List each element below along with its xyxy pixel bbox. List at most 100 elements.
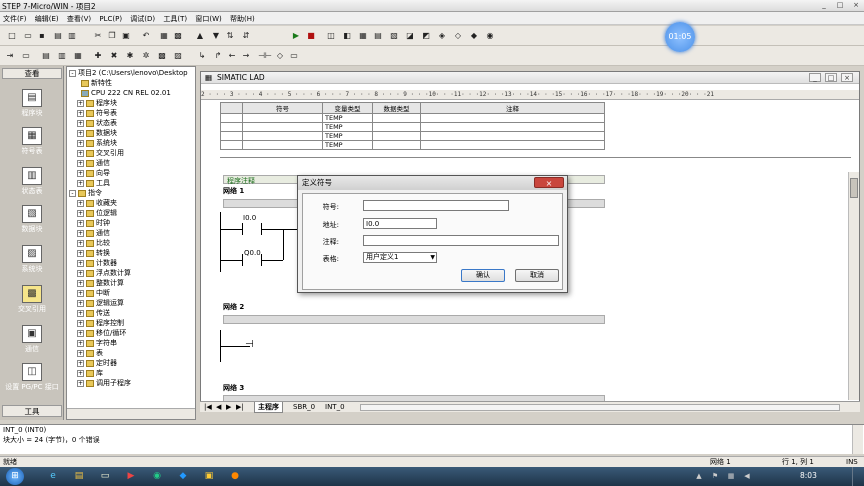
dialog-close-button[interactable]: × xyxy=(534,177,564,188)
chart-status-icon[interactable]: ▦ xyxy=(357,29,369,42)
nav-data-block[interactable]: ▧ 数据块 xyxy=(2,202,62,240)
maximize-button[interactable]: □ xyxy=(834,1,846,10)
expand-icon[interactable]: + xyxy=(77,359,84,367)
contact-i0-0-left[interactable] xyxy=(242,223,243,235)
copy-icon[interactable]: ❐ xyxy=(106,29,118,42)
tree-instructions[interactable]: - 指令 xyxy=(69,188,102,198)
menu-tools[interactable]: 工具(T) xyxy=(160,12,190,26)
status-monitor-icon[interactable]: ◫ xyxy=(325,29,337,42)
network-2-label[interactable]: 网络 2 xyxy=(223,302,244,312)
force-icon[interactable]: ◈ xyxy=(436,29,448,42)
lad-close-button[interactable]: × xyxy=(841,73,853,82)
line-up-icon[interactable]: ↱ xyxy=(212,49,224,62)
toggle-pou-icon[interactable]: ⇥ xyxy=(4,49,16,62)
data-block-icon[interactable]: ▦ xyxy=(72,49,84,62)
menu-help[interactable]: 帮助(H) xyxy=(227,12,258,26)
contact-i0-0-address[interactable]: I0.0 xyxy=(243,214,256,222)
var-type-cell[interactable]: TEMP xyxy=(322,131,373,141)
run-icon[interactable]: ▶ xyxy=(290,29,302,42)
nav-program-block[interactable]: ▤ 程序块 xyxy=(2,86,62,124)
tree-item[interactable]: + 逻辑运算 xyxy=(77,298,124,308)
nav-status-table[interactable]: ▥ 状态表 xyxy=(2,164,62,202)
expand-icon[interactable]: + xyxy=(77,229,84,237)
tree-item[interactable]: + 时钟 xyxy=(77,218,110,228)
undo-icon[interactable]: ↶ xyxy=(140,29,152,42)
expand-icon[interactable]: + xyxy=(77,379,84,387)
expand-icon[interactable]: + xyxy=(77,159,84,167)
expand-icon[interactable]: + xyxy=(77,319,84,327)
tree-item[interactable]: + 工具 xyxy=(77,178,110,188)
collapse-icon[interactable]: - xyxy=(69,69,76,77)
app-icon[interactable]: ● xyxy=(226,468,244,485)
tree-item[interactable]: + 状态表 xyxy=(77,118,117,128)
expand-icon[interactable]: + xyxy=(77,129,84,137)
app-icon[interactable]: ◆ xyxy=(174,468,192,485)
expand-icon[interactable]: + xyxy=(77,369,84,377)
new-icon[interactable]: □ xyxy=(6,29,18,42)
tree-item[interactable]: + 字符串 xyxy=(77,338,117,348)
symbol-info-icon[interactable]: ▨ xyxy=(172,49,184,62)
show-desktop-button[interactable] xyxy=(852,467,864,486)
tree-item[interactable]: + 收藏夹 xyxy=(77,198,117,208)
table-row[interactable]: TEMP xyxy=(220,140,605,150)
expand-icon[interactable]: + xyxy=(77,109,84,117)
lad-vertical-scrollbar[interactable] xyxy=(848,172,859,400)
print-icon[interactable]: ▤ xyxy=(52,29,64,42)
symbol-input[interactable] xyxy=(363,200,509,211)
tree-item[interactable]: + 符号表 xyxy=(77,108,117,118)
ie-icon[interactable]: e xyxy=(44,468,62,485)
media-icon[interactable]: ▶ xyxy=(122,468,140,485)
step7-taskbar-icon[interactable]: ▣ xyxy=(200,468,218,485)
network-2-comment-bar[interactable] xyxy=(223,315,605,324)
app-icon[interactable]: ◉ xyxy=(148,468,166,485)
collapse-icon[interactable]: - xyxy=(69,189,76,197)
output-scrollbar[interactable] xyxy=(852,425,863,454)
read-forced-icon[interactable]: ◉ xyxy=(484,29,496,42)
tree-item[interactable]: + 中断 xyxy=(77,288,110,298)
tree-horizontal-scrollbar[interactable] xyxy=(67,408,195,419)
save-icon[interactable]: ▪ xyxy=(36,29,48,42)
tree-item[interactable]: + 库 xyxy=(77,368,103,378)
compile-all-icon[interactable]: ▩ xyxy=(172,29,184,42)
network-3-label[interactable]: 网络 3 xyxy=(223,383,244,393)
minimize-button[interactable]: _ xyxy=(818,1,830,10)
unforce-icon[interactable]: ◇ xyxy=(452,29,464,42)
single-read-icon[interactable]: ◪ xyxy=(404,29,416,42)
coil-icon[interactable]: ◇ xyxy=(274,49,286,62)
contact-q0-0-address[interactable]: Q0.0 xyxy=(244,249,261,257)
expand-icon[interactable]: + xyxy=(77,279,84,287)
var-type-cell[interactable]: TEMP xyxy=(322,140,373,150)
tree-item[interactable]: + 数据块 xyxy=(77,128,117,138)
sort-asc-icon[interactable]: ⇅ xyxy=(224,29,236,42)
menu-window[interactable]: 窗口(W) xyxy=(192,12,224,26)
expand-icon[interactable]: + xyxy=(77,169,84,177)
expand-icon[interactable]: + xyxy=(77,309,84,317)
expand-icon[interactable]: + xyxy=(77,339,84,347)
tree-item[interactable]: + 调用子程序 xyxy=(77,378,131,388)
table-select[interactable]: 用户定义1 ▼ xyxy=(363,252,437,263)
table-row[interactable]: TEMP xyxy=(220,131,605,141)
line-left-icon[interactable]: ← xyxy=(226,49,238,62)
expand-icon[interactable]: + xyxy=(77,299,84,307)
expand-icon[interactable]: + xyxy=(77,239,84,247)
tray-volume-icon[interactable]: ◀ xyxy=(738,468,756,485)
menu-edit[interactable]: 编辑(E) xyxy=(32,12,62,26)
nav-pg-pc-interface[interactable]: ◫ 设置 PG/PC 接口 xyxy=(2,360,62,398)
expand-icon[interactable]: + xyxy=(77,249,84,257)
expand-icon[interactable]: + xyxy=(77,199,84,207)
box-icon[interactable]: ▭ xyxy=(288,49,300,62)
expand-icon[interactable]: + xyxy=(77,99,84,107)
tab-main-program[interactable]: 主程序 xyxy=(254,402,283,413)
write-all-icon[interactable]: ◩ xyxy=(420,29,432,42)
taskbar-clock[interactable]: 8:03 xyxy=(800,471,817,480)
expand-icon[interactable]: + xyxy=(77,179,84,187)
bookmark-icon[interactable]: ▭ xyxy=(20,49,32,62)
unforce-all-icon[interactable]: ◆ xyxy=(468,29,480,42)
tree-item[interactable]: CPU 222 CN REL 02.01 xyxy=(81,88,171,98)
tree-item[interactable]: + 移位/循环 xyxy=(77,328,126,338)
tree-item[interactable]: + 位逻辑 xyxy=(77,208,117,218)
menu-plc[interactable]: PLC(P) xyxy=(96,13,125,25)
nav-communication[interactable]: ▣ 通信 xyxy=(2,322,62,360)
nav-system-block[interactable]: ▨ 系统块 xyxy=(2,242,62,280)
compile-icon[interactable]: ▦ xyxy=(158,29,170,42)
